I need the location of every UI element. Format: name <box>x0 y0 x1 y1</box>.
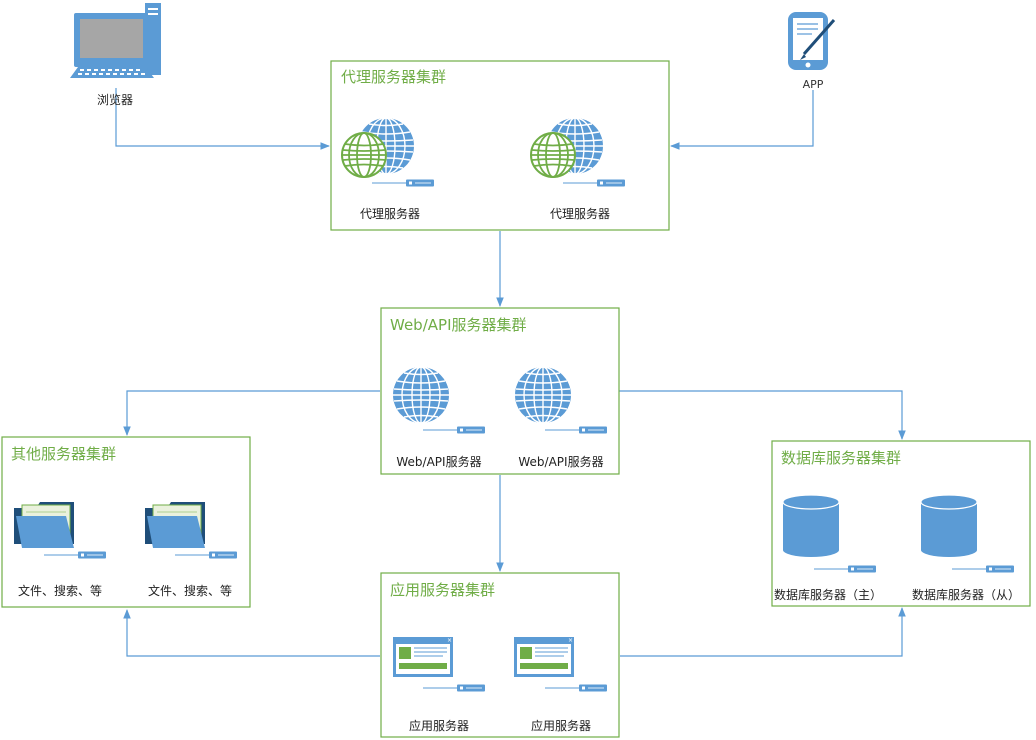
other-cluster: 其他服务器集群 文件、搜索、等 文件、搜索、等 <box>1 436 251 608</box>
database-cluster: 数据库服务器集群 数据库服务器（主） 数据库服务器（从） <box>771 440 1031 607</box>
mobile-device-icon <box>788 12 836 70</box>
proxy-server-label: 代理服务器 <box>550 206 610 221</box>
database-cylinder-icon <box>920 494 978 558</box>
folder-icon <box>13 501 75 549</box>
app-to-db-arrow <box>620 607 906 657</box>
web-api-cluster: Web/API服务器集群 Web/API服务器 Web/API服务器 <box>380 307 620 475</box>
web-globe-icon <box>392 366 450 424</box>
app-server-cluster: 应用服务器集群 应用服务器 应用服务器 <box>380 572 620 738</box>
proxy-server-label: 代理服务器 <box>360 206 420 221</box>
desktop-computer-icon <box>70 3 161 78</box>
web-api-server-label: Web/API服务器 <box>518 454 603 469</box>
web-api-server-label: Web/API服务器 <box>396 454 481 469</box>
database-cluster-title: 数据库服务器集群 <box>781 449 901 467</box>
app-client: APP <box>788 12 836 91</box>
other-server-label: 文件、搜索、等 <box>148 583 232 598</box>
database-cylinder-icon <box>782 494 840 558</box>
proxy-cluster: 代理服务器集群 代理服务器 代理服务器 <box>330 60 670 231</box>
app-window-icon <box>513 636 575 678</box>
web-globe-icon <box>514 366 572 424</box>
app-window-icon <box>392 636 454 678</box>
app-to-other-arrow <box>123 609 380 657</box>
app-client-label: APP <box>803 78 824 91</box>
other-server-label: 文件、搜索、等 <box>18 583 102 598</box>
app-server-label: 应用服务器 <box>409 718 469 733</box>
database-server-label: 数据库服务器（主） <box>774 587 882 602</box>
folder-icon <box>144 501 206 549</box>
other-cluster-title: 其他服务器集群 <box>11 445 116 463</box>
web-api-cluster-title: Web/API服务器集群 <box>390 316 527 334</box>
proxy-cluster-title: 代理服务器集群 <box>341 68 446 86</box>
architecture-diagram: × 浏览器 APP 代理服务器集群 代理服务器 代理服务器 Web/API服务器… <box>1 3 1031 738</box>
browser-label: 浏览器 <box>97 92 133 107</box>
app-server-label: 应用服务器 <box>531 718 591 733</box>
web-to-db-arrow <box>619 390 906 440</box>
browser-to-proxy-arrow <box>115 88 330 150</box>
app-server-cluster-title: 应用服务器集群 <box>390 581 495 599</box>
database-server-label: 数据库服务器（从） <box>912 587 1020 602</box>
web-to-other-arrow <box>123 390 380 436</box>
app-to-proxy-arrow <box>670 90 814 150</box>
